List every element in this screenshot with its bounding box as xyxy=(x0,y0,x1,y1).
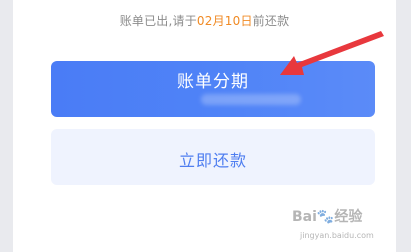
bill-installment-button[interactable]: 账单分期 xyxy=(51,61,375,117)
bill-due-notice: 账单已出,请于02月10日前还款 xyxy=(13,12,396,29)
repay-now-label: 立即还款 xyxy=(178,151,247,170)
due-date: 02月10日 xyxy=(196,14,253,28)
notice-suffix: 前还款 xyxy=(252,14,290,28)
bill-card: 账单已出,请于02月10日前还款 账单分期 立即还款 xyxy=(13,0,396,252)
notice-prefix: 账单已出,请于 xyxy=(119,14,197,28)
blurred-subtext xyxy=(201,94,301,105)
bill-installment-label: 账单分期 xyxy=(177,72,249,92)
repay-now-button[interactable]: 立即还款 xyxy=(51,129,375,185)
